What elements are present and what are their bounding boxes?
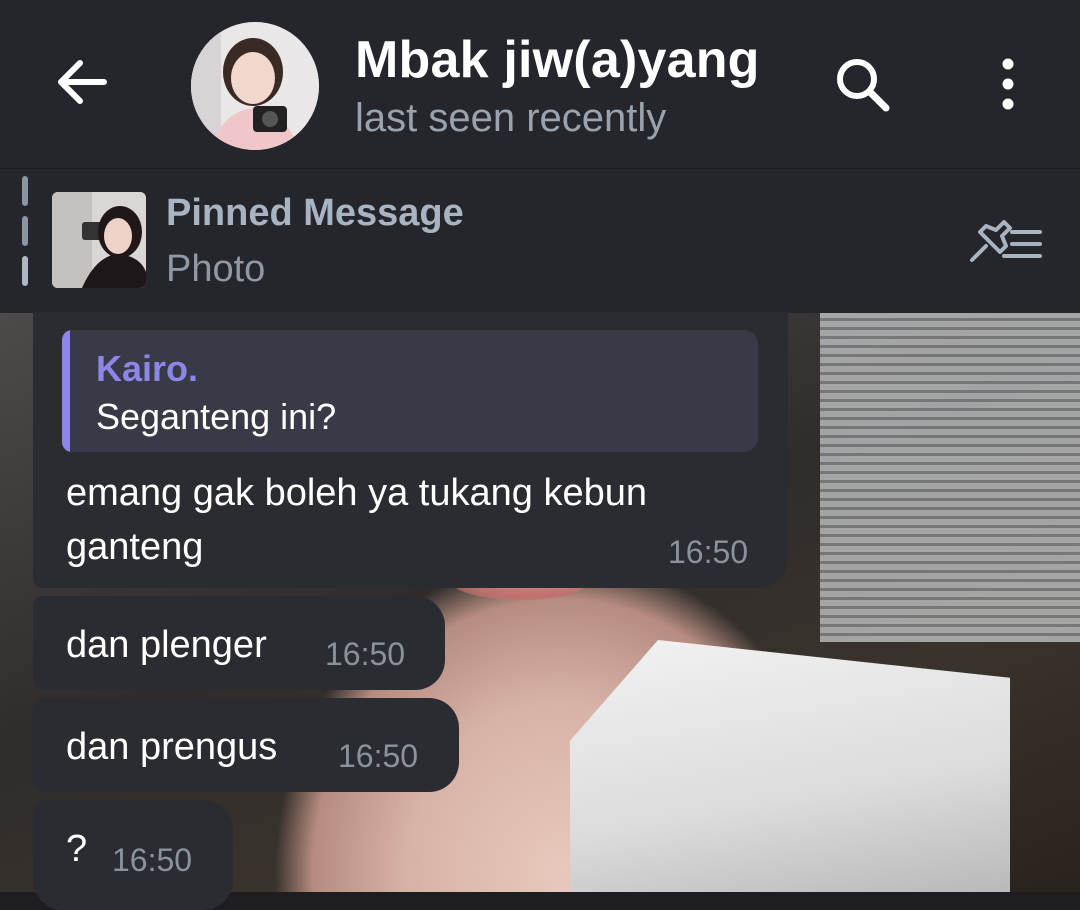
pinned-title: Pinned Message: [166, 192, 464, 234]
reply-text: Seganteng ini?: [96, 396, 337, 437]
pinned-subtitle: Photo: [166, 248, 266, 290]
chat-title[interactable]: Mbak jiw(a)yang: [355, 30, 760, 90]
message-text: emang gak boleh ya tukang kebun ganteng: [66, 472, 647, 568]
reply-preview[interactable]: Kairo. Seganteng ini?: [62, 330, 758, 452]
message-text: dan plenger: [66, 624, 267, 666]
pinned-indicator: [22, 176, 28, 288]
wallpaper-knit-texture: [820, 312, 1080, 642]
message-time: 16:50: [325, 636, 406, 672]
message-text: ?: [66, 828, 88, 870]
back-button[interactable]: [50, 50, 114, 114]
pinned-photo: [52, 192, 146, 288]
reply-accent-bar: [62, 330, 70, 452]
pin-list-icon: [970, 220, 1042, 262]
chat-status: last seen recently: [355, 96, 667, 140]
message-time: 16:50: [112, 842, 193, 878]
wallpaper-shirt: [570, 640, 1010, 892]
contact-avatar[interactable]: [191, 22, 319, 150]
pinned-thumbnail: [52, 192, 146, 288]
message-time: 16:50: [668, 534, 749, 570]
reply-author: Kairo.: [96, 348, 199, 389]
pinned-message-bar[interactable]: [0, 168, 1080, 313]
message-time: 16:50: [338, 738, 419, 774]
avatar-photo: [191, 22, 319, 150]
message-text: dan prengus: [66, 726, 278, 768]
arrow-left-icon: [58, 60, 107, 104]
more-menu-button[interactable]: [990, 52, 1026, 118]
search-icon: [837, 59, 890, 112]
more-vertical-icon: [1002, 58, 1014, 110]
pinned-list-button[interactable]: [966, 218, 1044, 266]
search-button[interactable]: [830, 52, 896, 118]
